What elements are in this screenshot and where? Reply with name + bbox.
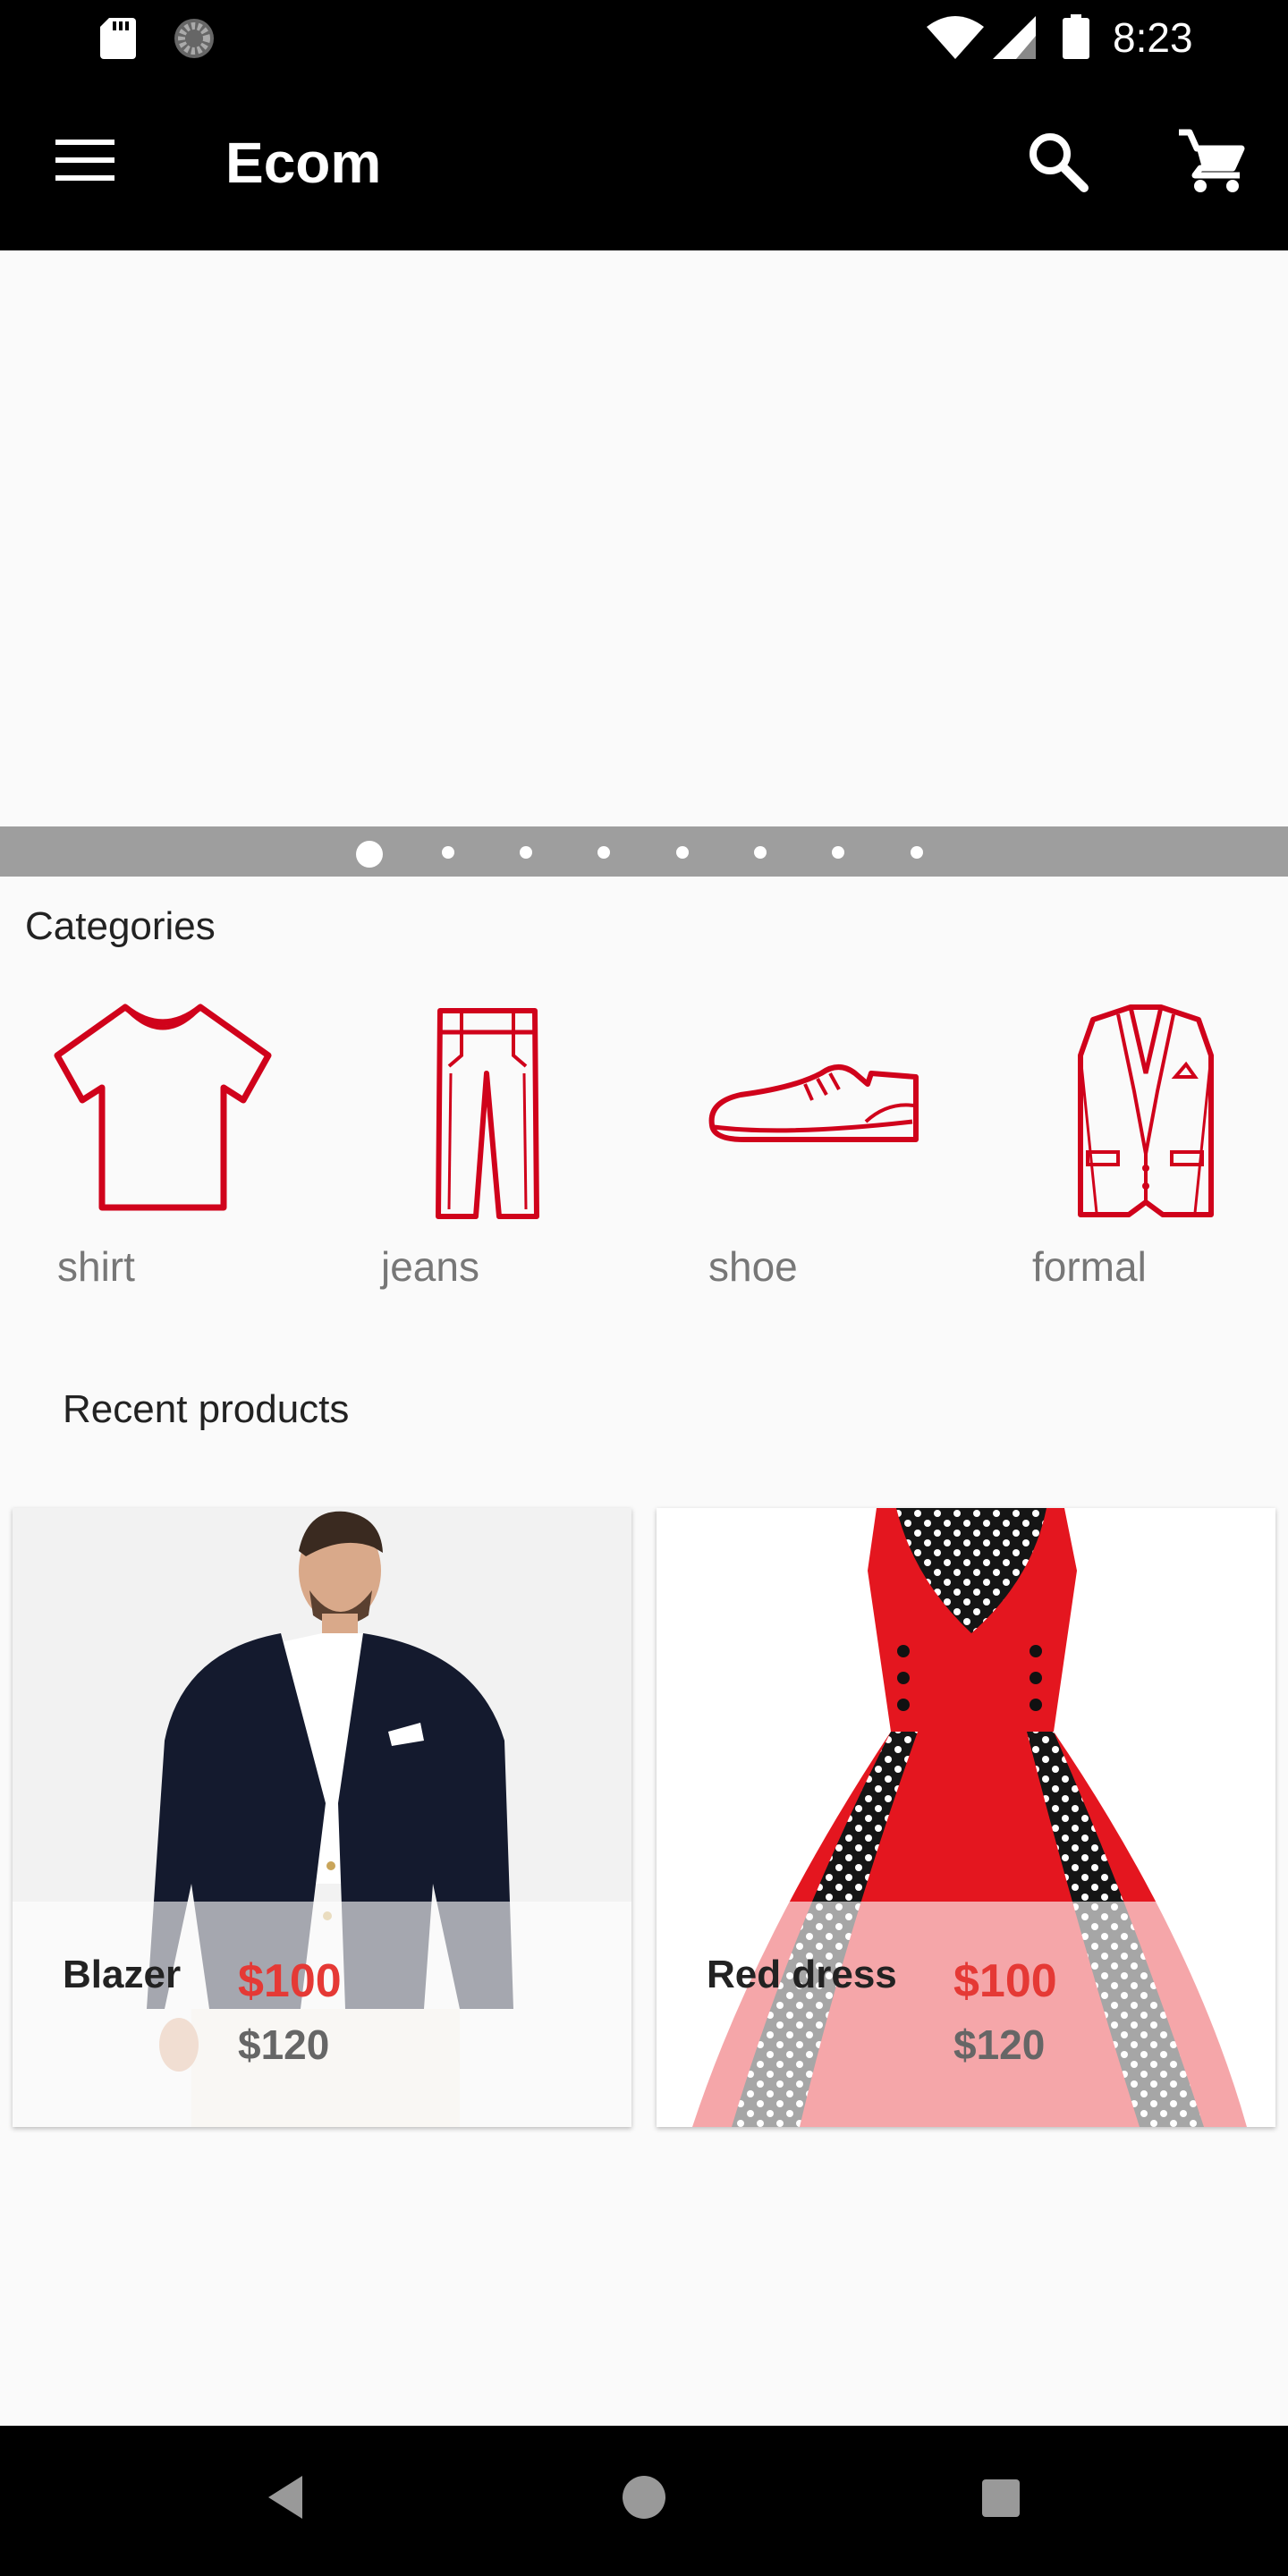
sd-card-icon (100, 18, 136, 59)
battery-icon (1063, 14, 1089, 59)
jeans-icon (436, 1008, 539, 1219)
carousel-indicator (0, 826, 1288, 877)
cart-icon[interactable] (1177, 129, 1245, 193)
product-old-price: $120 (238, 2021, 330, 2068)
category-jeans[interactable]: jeans (376, 1002, 608, 1306)
clock-time: 8:23 (1113, 14, 1193, 61)
product-info-overlay (657, 1902, 1275, 2127)
categories-heading: Categories (25, 904, 216, 948)
product-name: Red dress (707, 1953, 897, 1996)
product-price: $100 (953, 1955, 1057, 2007)
carousel-dot[interactable] (597, 846, 610, 859)
carousel-dot[interactable] (676, 846, 689, 859)
back-icon[interactable] (263, 2472, 308, 2522)
menu-icon[interactable] (55, 140, 114, 181)
spinner-icon (174, 19, 214, 58)
carousel-dot[interactable] (520, 846, 532, 859)
recents-icon[interactable] (979, 2472, 1023, 2522)
category-label: shirt (57, 1243, 135, 1290)
category-label: formal (1032, 1243, 1147, 1290)
formal-suit-icon (1078, 1004, 1214, 1217)
carousel-dot[interactable] (832, 846, 844, 859)
banner-carousel[interactable] (0, 250, 1288, 826)
shirt-icon (54, 1004, 272, 1211)
app-title: Ecom (225, 131, 382, 195)
category-label: jeans (381, 1243, 479, 1290)
search-icon[interactable] (1027, 131, 1089, 193)
recent-products-heading: Recent products (63, 1387, 350, 1431)
signal-icon (993, 16, 1036, 59)
product-card-blazer[interactable]: Blazer $100 $120 (13, 1508, 631, 2127)
wifi-icon (927, 16, 984, 59)
category-shirt[interactable]: shirt (54, 1002, 286, 1306)
category-label: shoe (708, 1243, 798, 1290)
carousel-dot[interactable] (754, 846, 767, 859)
carousel-dot[interactable] (911, 846, 923, 859)
product-name: Blazer (63, 1953, 182, 1996)
category-shoe[interactable]: shoe (705, 1002, 937, 1306)
status-bar: 8:23 (0, 0, 1288, 75)
home-icon[interactable] (621, 2472, 667, 2522)
category-formal[interactable]: formal (1029, 1002, 1261, 1306)
shoe-icon (708, 1064, 919, 1142)
carousel-dot[interactable] (442, 846, 454, 859)
product-old-price: $120 (953, 2021, 1046, 2068)
product-info-overlay (13, 1902, 631, 2127)
product-price: $100 (238, 1955, 342, 2007)
app-bar: Ecom (0, 75, 1288, 250)
product-card-red-dress[interactable]: Red dress $100 $120 (657, 1508, 1275, 2127)
carousel-dot-active[interactable] (356, 841, 383, 868)
system-nav-bar (0, 2426, 1288, 2576)
